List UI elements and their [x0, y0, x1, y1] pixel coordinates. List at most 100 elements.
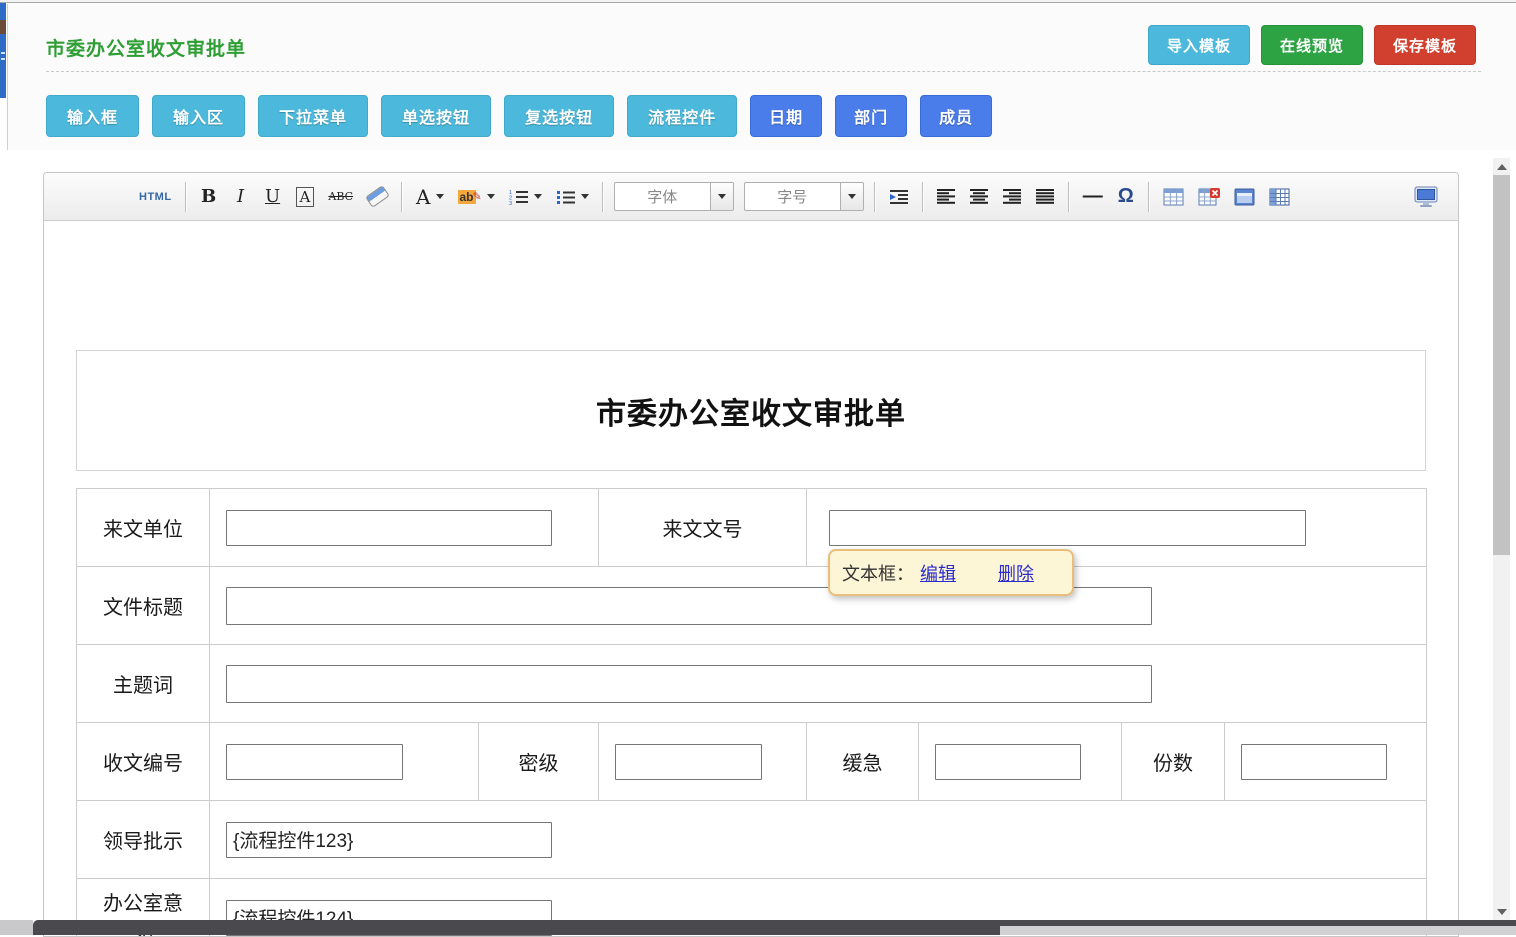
horizontal-rule-icon: — — [1083, 185, 1103, 208]
doc-number-input[interactable] — [829, 510, 1306, 546]
field-label-subject-words: 主题词 — [77, 645, 210, 723]
textbox-context-tooltip: 文本框： 编辑 删除 — [828, 549, 1074, 596]
html-source-button[interactable]: HTML — [136, 182, 175, 212]
widget-button-date[interactable]: 日期 — [750, 95, 822, 137]
font-size-dropdown-arrow[interactable] — [840, 183, 863, 210]
cell-source-unit — [210, 489, 599, 567]
strikethrough-button[interactable]: ABC — [325, 182, 356, 212]
indent-button[interactable] — [886, 182, 912, 212]
font-size-value: 字号 — [745, 183, 840, 210]
fullscreen-button[interactable] — [1410, 182, 1442, 212]
eraser-icon — [365, 185, 390, 208]
page-title: 市委办公室收文审批单 — [46, 34, 246, 61]
align-left-button[interactable] — [934, 182, 959, 212]
tooltip-label: 文本框： — [842, 560, 914, 586]
font-attribute-button[interactable]: A — [293, 182, 318, 212]
scrollbar-down-button[interactable] — [1493, 903, 1510, 920]
source-unit-input[interactable] — [226, 510, 552, 546]
online-preview-button[interactable]: 在线预览 — [1261, 25, 1363, 65]
field-label-doc-title: 文件标题 — [77, 567, 210, 645]
font-color-icon: A — [416, 185, 430, 209]
chevron-down-icon — [848, 194, 856, 199]
field-label-receipt-number: 收文编号 — [77, 723, 210, 801]
bold-button[interactable]: B — [197, 182, 221, 212]
widget-button-member[interactable]: 成员 — [920, 95, 992, 137]
ordered-list-button[interactable]: 1 2 3 — [506, 182, 545, 212]
bold-icon: B — [201, 186, 216, 207]
align-center-icon — [970, 189, 989, 204]
save-template-button[interactable]: 保存模板 — [1374, 25, 1476, 65]
widget-button-department[interactable]: 部门 — [835, 95, 907, 137]
toolbar-separator — [602, 182, 604, 212]
scroll-down-icon — [1497, 909, 1507, 915]
font-size-select[interactable]: 字号 — [744, 182, 864, 211]
background-window-mark — [1, 52, 5, 54]
italic-button[interactable]: I — [229, 182, 253, 212]
delete-table-button[interactable] — [1195, 182, 1223, 212]
background-window-edge-light — [1000, 926, 1516, 935]
chevron-down-icon — [436, 194, 444, 199]
unordered-list-button[interactable] — [553, 182, 592, 212]
receipt-number-input[interactable] — [226, 744, 403, 780]
special-character-button[interactable]: Ω — [1114, 182, 1138, 212]
align-justify-button[interactable] — [1033, 182, 1058, 212]
widget-button-row: 输入框 输入区 下拉菜单 单选按钮 复选按钮 流程控件 日期 部门 成员 — [46, 95, 992, 137]
monitor-icon — [1413, 186, 1439, 208]
cell-urgency — [919, 723, 1122, 801]
background-window-icon-fragment — [0, 20, 6, 34]
editor-toolbar: HTML B I U A ABC A ab ✎ 1 2 3 — [44, 173, 1458, 221]
highlight-color-button[interactable]: ab ✎ — [455, 182, 498, 212]
widget-button-checkbox[interactable]: 复选按钮 — [504, 95, 614, 137]
table-properties-button[interactable] — [1231, 182, 1258, 212]
indent-icon — [889, 189, 909, 205]
html-source-icon: HTML — [139, 191, 172, 203]
table-row: 收文编号 密级 缓急 份数 — [77, 723, 1427, 801]
cell-properties-button[interactable] — [1266, 182, 1293, 212]
align-right-button[interactable] — [1000, 182, 1025, 212]
font-color-button[interactable]: A — [413, 182, 446, 212]
widget-button-dropdown[interactable]: 下拉菜单 — [258, 95, 368, 137]
import-template-button[interactable]: 导入模板 — [1148, 25, 1250, 65]
table-row: 来文单位 来文文号 — [77, 489, 1427, 567]
widget-button-radio[interactable]: 单选按钮 — [381, 95, 491, 137]
editor-document[interactable]: 市委办公室收文审批单 来文单位 来文文号 文件标题 — [44, 221, 1458, 937]
strikethrough-icon: ABC — [328, 190, 353, 203]
background-window-mark — [1, 58, 5, 60]
italic-icon: I — [237, 186, 244, 207]
cell-receipt-number — [210, 723, 479, 801]
field-label-copies: 份数 — [1122, 723, 1225, 801]
ordered-list-icon: 1 2 3 — [509, 189, 529, 205]
widget-button-textarea[interactable]: 输入区 — [152, 95, 245, 137]
subject-words-input[interactable] — [226, 665, 1152, 703]
unordered-list-icon — [556, 189, 576, 205]
toolbar-separator — [401, 182, 403, 212]
underline-button[interactable]: U — [261, 182, 285, 212]
widget-button-input-box[interactable]: 输入框 — [46, 95, 139, 137]
field-label-urgency: 缓急 — [807, 723, 919, 801]
secrecy-level-input[interactable] — [615, 744, 762, 780]
svg-text:3: 3 — [509, 201, 512, 205]
leader-comments-input[interactable] — [226, 822, 552, 858]
dashed-divider — [46, 71, 1481, 72]
remove-format-button[interactable] — [364, 182, 391, 212]
scrollbar-up-button[interactable] — [1493, 158, 1510, 175]
scrollbar-thumb[interactable] — [1493, 175, 1510, 555]
urgency-input[interactable] — [935, 744, 1081, 780]
align-right-icon — [1003, 189, 1022, 204]
table-row: 领导批示 — [77, 801, 1427, 879]
field-label-secrecy-level: 密级 — [479, 723, 599, 801]
copies-input[interactable] — [1241, 744, 1387, 780]
cell-leader-comments — [210, 801, 1427, 879]
font-family-select[interactable]: 字体 — [614, 182, 734, 211]
tooltip-edit-link[interactable]: 编辑 — [920, 560, 956, 586]
insert-table-button[interactable] — [1160, 182, 1187, 212]
horizontal-rule-button[interactable]: — — [1080, 182, 1106, 212]
tooltip-delete-link[interactable]: 删除 — [998, 560, 1034, 586]
vertical-scrollbar[interactable] — [1493, 158, 1510, 935]
font-attribute-icon: A — [296, 187, 315, 207]
field-label-doc-number: 来文文号 — [599, 489, 807, 567]
align-center-button[interactable] — [967, 182, 992, 212]
widget-button-flow-control[interactable]: 流程控件 — [627, 95, 737, 137]
toolbar-separator — [1148, 182, 1150, 212]
font-family-dropdown-arrow[interactable] — [710, 183, 733, 210]
